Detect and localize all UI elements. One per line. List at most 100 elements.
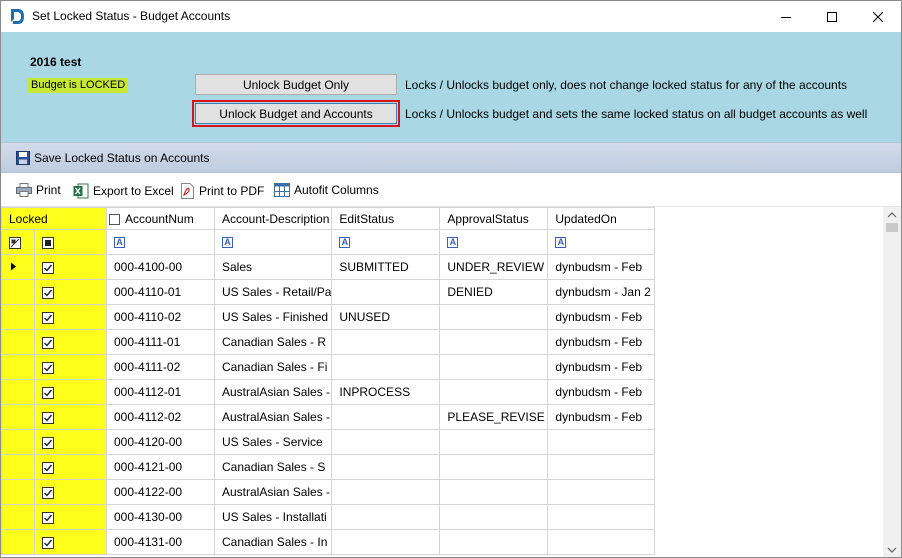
edit-status-cell[interactable] [331, 404, 441, 430]
row-selector[interactable] [1, 279, 35, 305]
description-cell[interactable]: US Sales - Service [213, 429, 333, 455]
filter-account-num[interactable]: A [106, 229, 215, 255]
row-selector[interactable] [1, 304, 35, 330]
column-header-account-num[interactable]: AccountNum [106, 207, 215, 230]
updated-on-cell[interactable]: dynbudsm - Jan 2 [547, 279, 656, 305]
row-selector[interactable] [1, 429, 35, 455]
column-header-approval-status[interactable]: ApprovalStatus [439, 207, 549, 230]
locked-checkbox-cell[interactable] [34, 504, 107, 530]
description-cell[interactable]: Canadian Sales - In [213, 529, 333, 555]
vertical-scrollbar[interactable] [883, 207, 901, 557]
locked-checkbox-cell[interactable] [34, 254, 107, 280]
account-num-cell[interactable]: 000-4111-02 [106, 354, 215, 380]
table-row[interactable]: 000-4100-00 Sales SUBMITTED UNDER_REVIEW dyn… [1, 254, 656, 280]
locked-checkbox-cell[interactable] [34, 454, 107, 480]
save-locked-status-button[interactable]: Save Locked Status on Accounts [16, 151, 209, 165]
filter-approval-status[interactable]: A [439, 229, 549, 255]
account-num-cell[interactable]: 000-4130-00 [106, 504, 215, 530]
locked-checkbox-cell[interactable] [34, 429, 107, 455]
account-num-cell[interactable]: 000-4131-00 [106, 529, 215, 555]
table-row[interactable]: 000-4112-01 AustralAsian Sales - INPROCESS… [1, 379, 656, 405]
table-row[interactable]: 000-4110-01 US Sales - Retail/Pa DENIED dyn… [1, 279, 656, 305]
description-cell[interactable]: Canadian Sales - Fi [213, 354, 333, 380]
description-cell[interactable]: US Sales - Installati [213, 504, 333, 530]
approval-status-cell[interactable] [439, 329, 549, 355]
row-selector[interactable] [1, 329, 35, 355]
updated-on-cell[interactable]: dynbudsm - Feb [547, 329, 656, 355]
row-selector[interactable] [1, 504, 35, 530]
table-row[interactable]: 000-4120-00 US Sales - Service [1, 429, 656, 455]
scrollbar-thumb[interactable] [886, 223, 898, 232]
description-cell[interactable]: US Sales - Finished [213, 304, 333, 330]
updated-on-cell[interactable] [547, 429, 656, 455]
column-header-description[interactable]: Account-Description [213, 207, 333, 230]
approval-status-cell[interactable]: PLEASE_REVISE [439, 404, 549, 430]
description-cell[interactable]: AustralAsian Sales - [213, 479, 333, 505]
approval-status-cell[interactable] [439, 529, 549, 555]
filter-updated-on[interactable]: A [547, 229, 656, 255]
print-button[interactable]: Print [16, 183, 61, 197]
approval-status-cell[interactable] [439, 479, 549, 505]
approval-status-cell[interactable] [439, 304, 549, 330]
description-cell[interactable]: Sales [213, 254, 333, 280]
row-selector[interactable] [1, 354, 35, 380]
approval-status-cell[interactable] [439, 429, 549, 455]
scroll-up-arrow-icon[interactable] [883, 209, 901, 221]
edit-status-cell[interactable]: UNUSED [331, 304, 441, 330]
table-row[interactable]: 000-4131-00 Canadian Sales - In [1, 529, 656, 555]
edit-status-cell[interactable] [331, 529, 441, 555]
edit-status-cell[interactable] [331, 504, 441, 530]
description-cell[interactable]: AustralAsian Sales - [213, 404, 333, 430]
column-header-updated-on[interactable]: UpdatedOn [547, 207, 656, 230]
account-num-cell[interactable]: 000-4120-00 [106, 429, 215, 455]
account-num-cell[interactable]: 000-4121-00 [106, 454, 215, 480]
approval-status-cell[interactable] [439, 504, 549, 530]
maximize-button[interactable] [809, 1, 855, 32]
column-header-edit-status[interactable]: EditStatus [331, 207, 441, 230]
approval-status-cell[interactable]: DENIED [439, 279, 549, 305]
description-cell[interactable]: Canadian Sales - R [213, 329, 333, 355]
row-selector[interactable] [1, 404, 35, 430]
locked-checkbox-cell[interactable] [34, 329, 107, 355]
filter-edit-status[interactable]: A [331, 229, 441, 255]
minimize-button[interactable] [763, 1, 809, 32]
table-row[interactable]: 000-4111-02 Canadian Sales - Fi dynbudsm -… [1, 354, 656, 380]
updated-on-cell[interactable] [547, 504, 656, 530]
locked-checkbox-cell[interactable] [34, 404, 107, 430]
row-selector[interactable] [1, 479, 35, 505]
locked-checkbox-cell[interactable] [34, 379, 107, 405]
updated-on-cell[interactable]: dynbudsm - Feb [547, 379, 656, 405]
description-cell[interactable]: Canadian Sales - S [213, 454, 333, 480]
updated-on-cell[interactable]: dynbudsm - Feb [547, 254, 656, 280]
scroll-down-arrow-icon[interactable] [883, 544, 901, 556]
table-row[interactable]: 000-4110-02 US Sales - Finished UNUSED dynb… [1, 304, 656, 330]
filter-locked-cell[interactable] [34, 229, 107, 255]
account-num-cell[interactable]: 000-4112-01 [106, 379, 215, 405]
locked-checkbox-cell[interactable] [34, 354, 107, 380]
account-num-cell[interactable]: 000-4111-01 [106, 329, 215, 355]
locked-checkbox-cell[interactable] [34, 479, 107, 505]
account-num-cell[interactable]: 000-4112-02 [106, 404, 215, 430]
updated-on-cell[interactable] [547, 529, 656, 555]
account-num-cell[interactable]: 000-4122-00 [106, 479, 215, 505]
edit-status-cell[interactable] [331, 429, 441, 455]
row-selector[interactable] [1, 254, 35, 280]
print-to-pdf-button[interactable]: Print to PDF [180, 183, 264, 199]
locked-checkbox-cell[interactable] [34, 304, 107, 330]
updated-on-cell[interactable] [547, 454, 656, 480]
edit-status-cell[interactable]: SUBMITTED [331, 254, 441, 280]
edit-status-cell[interactable] [331, 354, 441, 380]
approval-status-cell[interactable] [439, 354, 549, 380]
unlock-budget-and-accounts-button[interactable]: Unlock Budget and Accounts [192, 100, 400, 127]
updated-on-cell[interactable]: dynbudsm - Feb [547, 304, 656, 330]
approval-status-cell[interactable] [439, 454, 549, 480]
column-header-locked[interactable]: Locked [1, 207, 107, 230]
edit-status-cell[interactable] [331, 329, 441, 355]
account-num-cell[interactable]: 000-4110-02 [106, 304, 215, 330]
locked-checkbox-cell[interactable] [34, 529, 107, 555]
select-all-checkbox[interactable] [109, 213, 120, 225]
edit-status-cell[interactable]: INPROCESS [331, 379, 441, 405]
description-cell[interactable]: AustralAsian Sales - [213, 379, 333, 405]
approval-status-cell[interactable]: UNDER_REVIEW [439, 254, 549, 280]
table-row[interactable]: 000-4111-01 Canadian Sales - R dynbudsm - … [1, 329, 656, 355]
